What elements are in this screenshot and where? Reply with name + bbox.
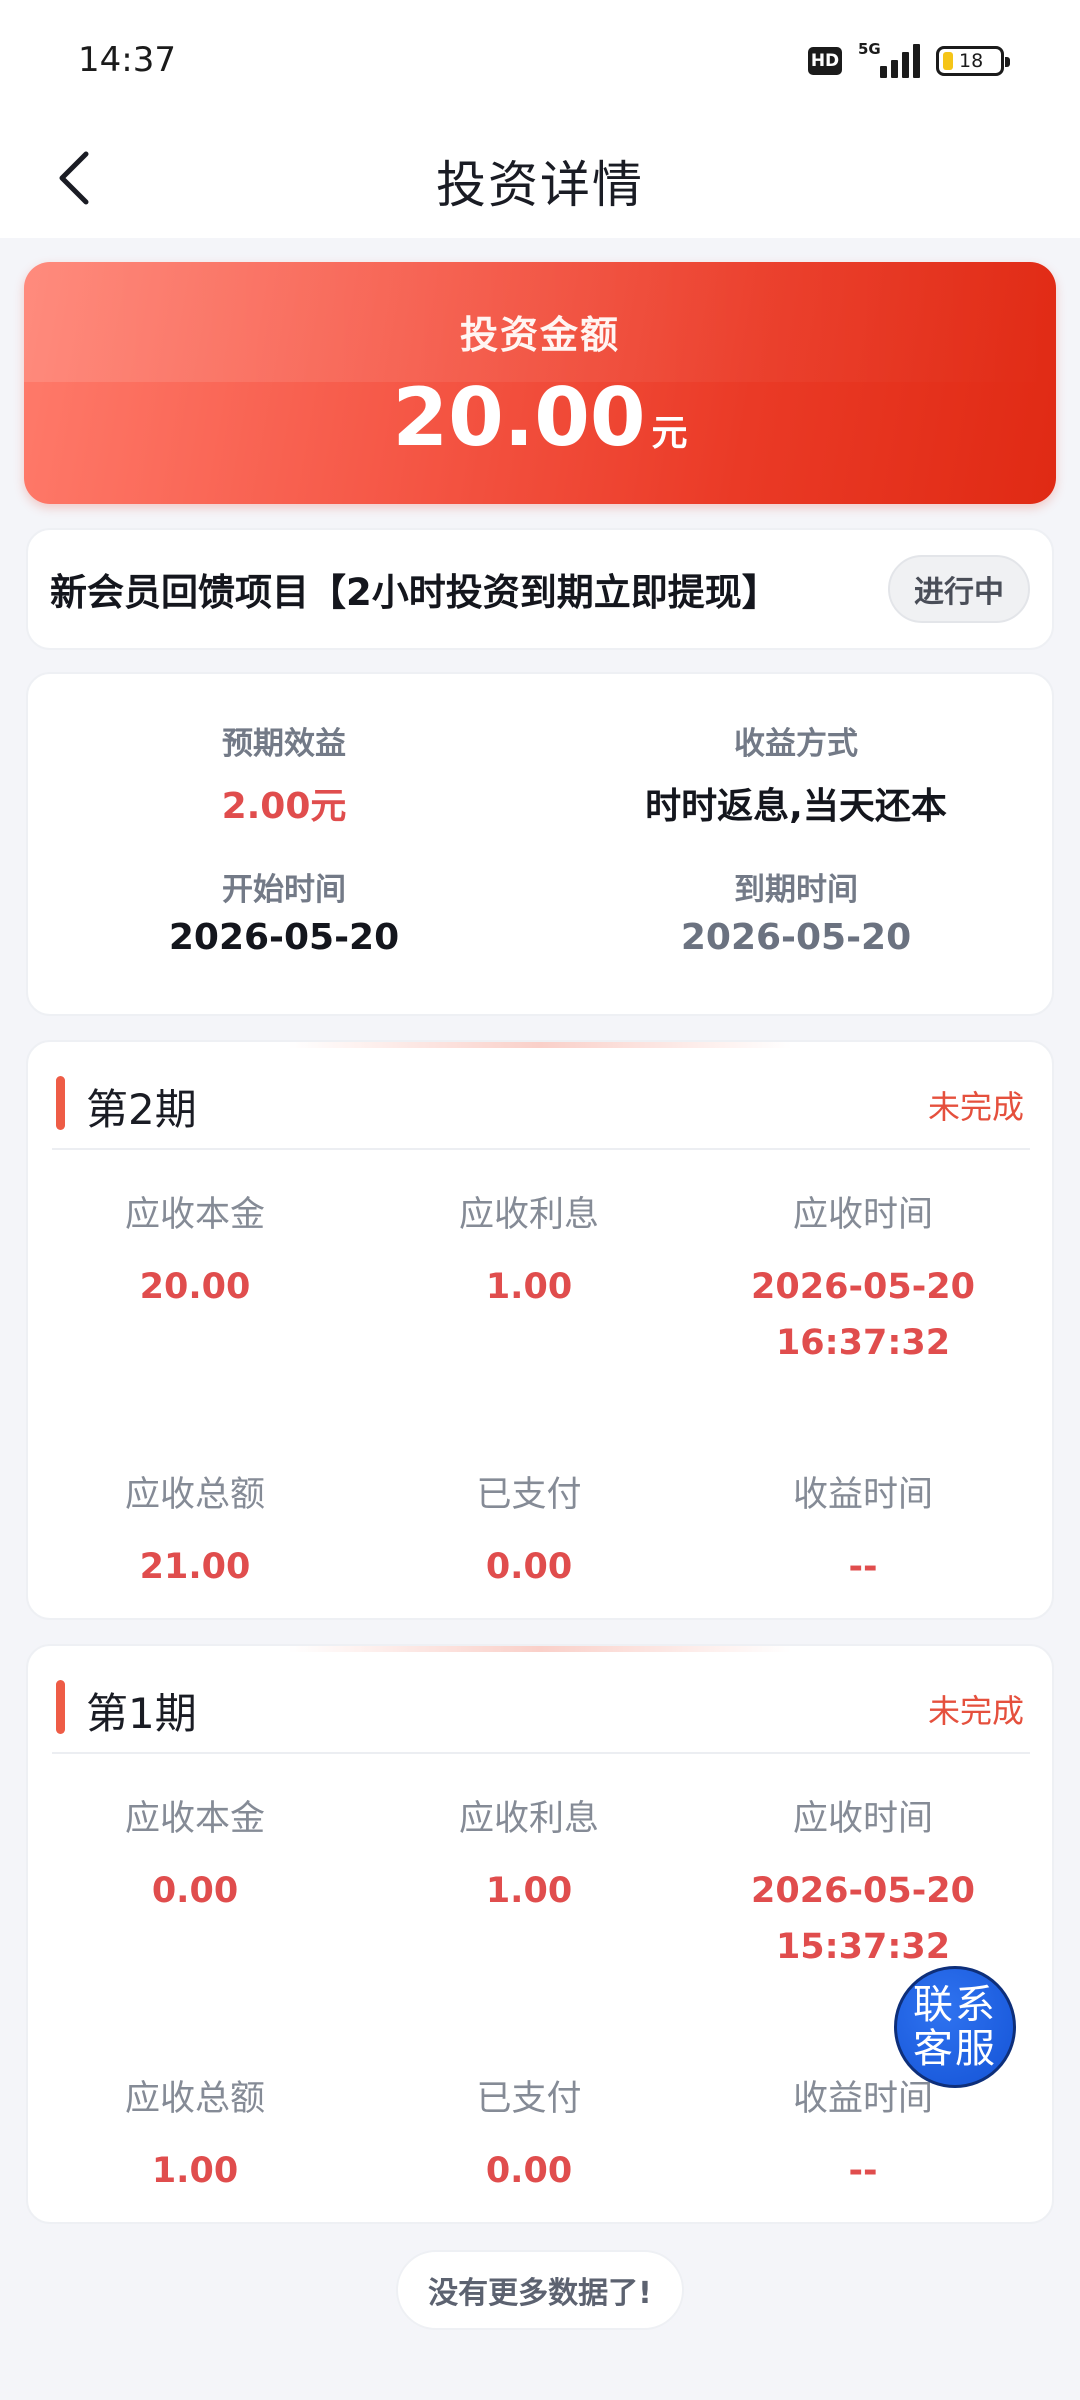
status-bar: 14:37 HD 5G 18 [0,0,1080,124]
interest: 应收利息 1.00 [362,1186,696,1315]
due-clock-value: 16:37:32 [775,1323,951,1363]
nav-bar: 投资详情 [0,124,1080,238]
paid-label: 已支付 [476,2079,582,2119]
principal-label: 应收本金 [124,1799,265,1839]
income-time-label: 收益时间 [792,1475,933,1515]
period-title: 第2期 [86,1085,197,1134]
customer-service-label-2: 客服 [913,2026,997,2072]
paid: 已支付 0.00 [362,1466,696,1595]
start-time-label: 开始时间 [222,872,346,908]
status-badge: 进行中 [888,555,1030,623]
battery-icon: 18 [936,46,1010,76]
principal-label: 应收本金 [124,1195,265,1235]
no-more-data: 没有更多数据了! [396,2250,684,2330]
paid-value: 0.00 [485,1547,573,1587]
customer-service-button[interactable]: 联系 客服 [894,1966,1016,2088]
total-label: 应收总额 [124,1475,265,1515]
period-header: 第2期 未完成 [28,1062,1052,1134]
start-time-value: 2026-05-20 [168,917,400,958]
period-card: 第2期 未完成 应收本金 20.00 应收利息 1.00 应收时间 2026-0… [26,1040,1054,1620]
battery-level: 18 [959,50,984,72]
interest-value: 1.00 [485,1871,573,1911]
chevron-left-icon [59,151,89,205]
period-accent-bar [56,1680,65,1734]
due-time: 应收时间 2026-05-20 15:37:32 [696,1790,1030,1975]
investment-info-card: 预期效益 2.00元 收益方式 时时返息,当天还本 开始时间 2026-05-2… [26,672,1054,1016]
back-button[interactable] [44,148,104,208]
income-time: 收益时间 -- [696,2070,1030,2199]
return-method: 收益方式 时时返息,当天还本 [540,718,1052,829]
total-value: 1.00 [151,2151,239,2191]
total-value: 21.00 [139,1547,251,1587]
expected-return: 预期效益 2.00元 [28,718,540,829]
due-time-label: 应收时间 [792,1799,933,1839]
interest-label: 应收利息 [458,1799,599,1839]
period-status: 未完成 [927,1088,1024,1126]
due-clock-value: 15:37:32 [775,1927,951,1967]
due-time: 应收时间 2026-05-20 16:37:32 [696,1186,1030,1371]
end-time: 到期时间 2026-05-20 [540,864,1052,958]
investment-amount-label: 投资金额 [459,313,620,357]
principal-value: 20.00 [139,1267,251,1307]
period-status: 未完成 [927,1692,1024,1730]
principal: 应收本金 20.00 [28,1186,362,1315]
status-icons: HD 5G 18 [808,40,1010,78]
period-title: 第1期 [86,1689,197,1738]
paid-label: 已支付 [476,1475,582,1515]
hd-icon: HD [808,47,842,75]
investment-amount-card: 投资金额 20.00 元 [24,262,1056,504]
expected-return-label: 预期效益 [222,726,346,762]
period-accent-bar [56,1076,65,1130]
income-time-value: -- [848,1547,878,1587]
project-name: 新会员回馈项目【2小时投资到期立即提现】 [50,571,779,614]
total: 应收总额 21.00 [28,1466,362,1595]
period-header: 第1期 未完成 [28,1666,1052,1738]
network-type: 5G [858,40,881,58]
investment-amount-unit: 元 [651,413,688,454]
due-date-value: 2026-05-20 [751,1871,975,1911]
start-time: 开始时间 2026-05-20 [28,864,540,958]
investment-amount-line: 20.00 元 [24,371,1056,464]
total: 应收总额 1.00 [28,2070,362,2199]
interest-label: 应收利息 [458,1195,599,1235]
income-time: 收益时间 -- [696,1466,1030,1595]
period-card: 第1期 未完成 应收本金 0.00 应收利息 1.00 应收时间 2026-05… [26,1644,1054,2224]
project-card: 新会员回馈项目【2小时投资到期立即提现】 进行中 [26,528,1054,650]
divider [52,1752,1030,1754]
return-method-label: 收益方式 [734,726,858,762]
end-time-value: 2026-05-20 [680,917,912,958]
interest: 应收利息 1.00 [362,1790,696,1919]
investment-amount: 20.00 [392,371,646,464]
customer-service-label-1: 联系 [913,1982,997,2028]
end-time-label: 到期时间 [734,872,858,908]
due-time-label: 应收时间 [792,1195,933,1235]
status-time: 14:37 [78,40,176,80]
return-method-value: 时时返息,当天还本 [645,786,947,827]
principal: 应收本金 0.00 [28,1790,362,1919]
paid-value: 0.00 [485,2151,573,2191]
principal-value: 0.00 [151,1871,239,1911]
page-title: 投资详情 [436,156,644,214]
divider [52,1148,1030,1150]
income-time-value: -- [848,2151,878,2191]
total-label: 应收总额 [124,2079,265,2119]
due-date-value: 2026-05-20 [751,1267,975,1307]
paid: 已支付 0.00 [362,2070,696,2199]
signal-icon: 5G [858,40,920,78]
interest-value: 1.00 [485,1267,573,1307]
expected-return-value: 2.00元 [221,786,347,827]
